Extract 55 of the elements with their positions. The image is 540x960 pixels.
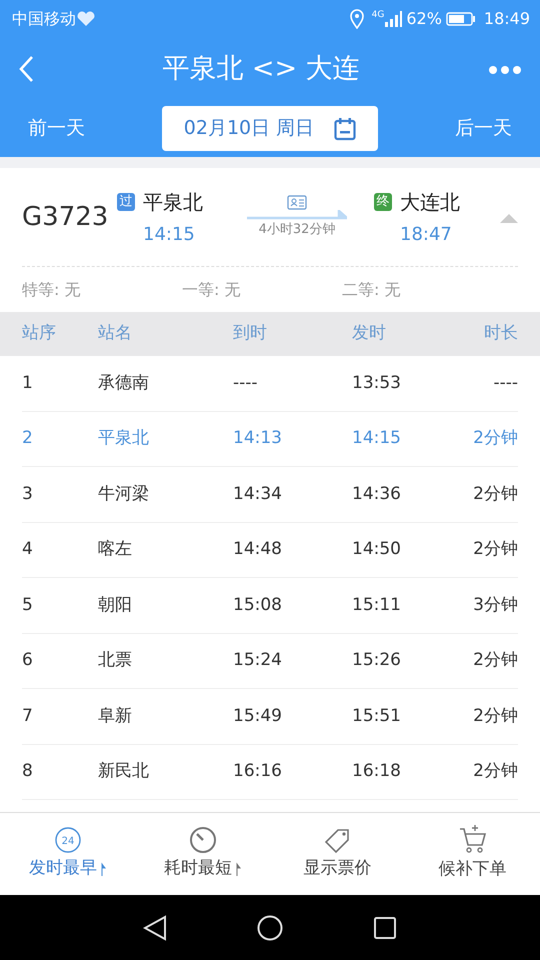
travel-duration: 4小时32分钟 bbox=[258, 220, 336, 239]
sort-tab[interactable]: 候补下单 bbox=[405, 825, 540, 883]
sort-tab[interactable]: 24 发时最早 bbox=[0, 826, 135, 882]
to-badge: 终 bbox=[374, 192, 392, 210]
departure-time: 14:15 bbox=[143, 222, 196, 246]
signal-icon bbox=[384, 11, 402, 27]
column-header: 时长 bbox=[483, 322, 518, 346]
nav-home-icon[interactable] bbox=[257, 914, 283, 940]
station-row: 4 喀左 14:48 14:50 2分钟 bbox=[22, 522, 518, 578]
back-button[interactable] bbox=[18, 55, 34, 83]
from-badge: 过 bbox=[117, 192, 135, 210]
station-name: 平泉北 bbox=[143, 188, 203, 216]
column-header: 发时 bbox=[352, 322, 387, 346]
price-tag-icon bbox=[324, 826, 352, 854]
next-day-link[interactable]: 后一天 bbox=[455, 114, 512, 143]
station-row: 6 北票 15:24 15:26 2分钟 bbox=[22, 634, 518, 689]
train-number: G3723 bbox=[22, 200, 110, 234]
sort-tab[interactable]: 显示票价 bbox=[270, 826, 405, 882]
previous-day-link[interactable]: 前一天 bbox=[28, 114, 85, 143]
back-icon bbox=[18, 55, 34, 83]
station-row: 5 朝阳 15:08 15:11 3分钟 bbox=[22, 578, 518, 634]
heart-icon bbox=[76, 10, 96, 28]
nav-back-icon[interactable] bbox=[143, 914, 167, 940]
seat-availability: 一等: 无 bbox=[182, 278, 242, 300]
arrival-time: 18:47 bbox=[400, 222, 453, 246]
date-picker[interactable]: 02月10日 周日 bbox=[162, 106, 378, 151]
station-row: 8 新民北 16:16 16:18 2分钟 bbox=[22, 744, 518, 800]
page-title: 平泉北 <> 大连 bbox=[161, 52, 361, 86]
seat-availability: 二等: 无 bbox=[342, 278, 402, 300]
station-name: 大连北 bbox=[400, 188, 460, 216]
ticket-id-icon bbox=[287, 194, 307, 210]
clock-time: 18:49 bbox=[484, 8, 530, 30]
column-header: 站序 bbox=[22, 322, 57, 346]
column-header: 到时 bbox=[233, 322, 268, 346]
route-arrow-icon bbox=[247, 210, 347, 220]
station-row: 2 平泉北 14:13 14:15 2分钟 bbox=[22, 412, 518, 467]
station-row: 1 承德南 ---- 13:53 ---- bbox=[22, 356, 518, 412]
sort-tab[interactable]: 耗时最短 bbox=[135, 826, 270, 882]
carrier-name: 中国移动 bbox=[12, 8, 76, 30]
nav-recents-icon[interactable] bbox=[373, 916, 397, 940]
seat-availability: 特等: 无 bbox=[22, 278, 82, 300]
battery-percent: 62% bbox=[406, 8, 442, 30]
location-icon bbox=[350, 9, 364, 29]
more-icon bbox=[488, 64, 522, 75]
clock-24-icon: 24 bbox=[54, 826, 82, 854]
calendar-icon bbox=[334, 116, 356, 140]
date-text: 02月10日 周日 bbox=[184, 116, 314, 142]
network-label: 4G bbox=[372, 9, 384, 22]
cart-icon bbox=[458, 825, 488, 856]
battery-icon bbox=[446, 12, 476, 26]
timer-icon bbox=[188, 826, 216, 854]
caret-up-icon bbox=[500, 212, 518, 223]
station-row: 3 牛河梁 14:34 14:36 2分钟 bbox=[22, 467, 518, 522]
column-header: 站名 bbox=[98, 322, 133, 346]
station-row: 7 阜新 15:49 15:51 2分钟 bbox=[22, 689, 518, 744]
